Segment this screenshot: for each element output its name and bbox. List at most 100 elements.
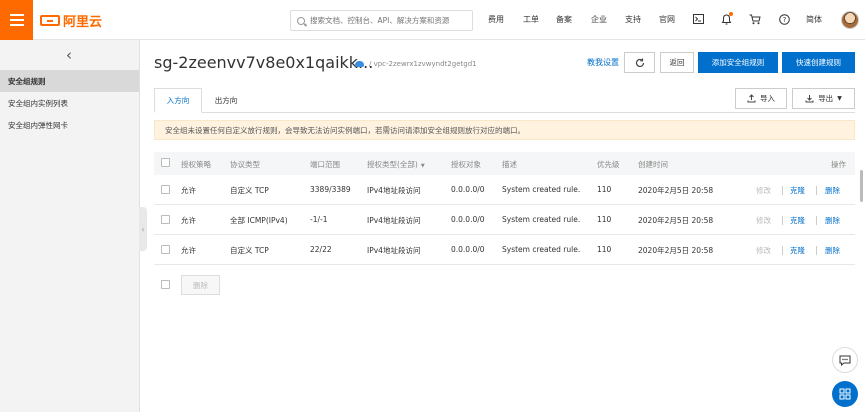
vpc-id[interactable]: / vpc-2zewrx1zvwyndt2getgd1 xyxy=(369,60,477,68)
cell-created: 2020年2月5日 20:58 xyxy=(638,246,714,255)
sidebar-item-instance-list[interactable]: 安全组内实例列表 xyxy=(0,92,139,114)
action-separator xyxy=(782,216,783,225)
cart-icon[interactable] xyxy=(749,13,761,25)
back-button[interactable]: 返回 xyxy=(660,52,694,73)
search-box[interactable] xyxy=(290,10,473,31)
cell-port: 3389/3389 xyxy=(310,185,351,194)
select-all-checkbox[interactable] xyxy=(161,158,170,167)
cloud-icon xyxy=(355,61,364,67)
delete-action[interactable]: 删除 xyxy=(825,215,840,226)
aliyun-logo[interactable]: 阿里云 xyxy=(40,10,102,30)
nav-fees[interactable]: 费用 xyxy=(488,14,504,25)
edit-action[interactable]: 修改 xyxy=(756,245,771,256)
export-button[interactable]: 导出 ▼ xyxy=(792,88,855,109)
cell-object: 0.0.0.0/0 xyxy=(451,215,485,224)
col-desc: 描述 xyxy=(502,160,517,169)
quick-create-button[interactable]: 快速创建规则 xyxy=(782,52,855,73)
cell-protocol: 全部 ICMP(IPv4) xyxy=(230,216,288,225)
clone-action[interactable]: 克隆 xyxy=(790,245,805,256)
sidebar-item-eni[interactable]: 安全组内弹性网卡 xyxy=(0,114,139,136)
col-actions: 操作 xyxy=(831,160,846,169)
delete-action[interactable]: 删除 xyxy=(825,245,840,256)
clone-action[interactable]: 克隆 xyxy=(790,215,805,226)
sidebar-item-security-group-rules[interactable]: 安全组规则 xyxy=(0,70,139,92)
filter-caret-icon: ▼ xyxy=(420,163,425,169)
search-icon xyxy=(297,16,305,25)
row-checkbox[interactable] xyxy=(161,245,170,254)
page-scrollbar[interactable] xyxy=(860,170,863,202)
cell-desc: System created rule. xyxy=(502,185,581,194)
export-label: 导出 xyxy=(818,94,834,103)
tab-inbound[interactable]: 入方向 xyxy=(154,88,202,113)
col-priority: 优先级 xyxy=(597,160,620,169)
cell-policy: 允许 xyxy=(181,246,196,255)
table-header: 授权策略 协议类型 端口范围 授权类型(全部) ▼ 授权对象 描述 优先级 创建时… xyxy=(154,152,855,175)
col-object: 授权对象 xyxy=(451,160,481,169)
download-icon xyxy=(805,95,814,103)
cell-desc: System created rule. xyxy=(502,215,581,224)
col-auth-type[interactable]: 授权类型(全部) ▼ xyxy=(367,159,425,170)
cell-auth-type: IPv4地址段访问 xyxy=(367,186,421,195)
cell-protocol: 自定义 TCP xyxy=(230,246,269,255)
nav-tickets[interactable]: 工单 xyxy=(523,14,539,25)
batch-delete-button[interactable]: 删除 xyxy=(181,275,220,295)
clone-action[interactable]: 克隆 xyxy=(790,185,805,196)
action-separator xyxy=(782,246,783,255)
nav-enterprise[interactable]: 企业 xyxy=(591,14,607,25)
cell-priority: 110 xyxy=(597,215,612,224)
table-row: 允许 全部 ICMP(IPv4) -1/-1 IPv4地址段访问 0.0.0.0… xyxy=(154,205,855,235)
search-input[interactable] xyxy=(310,16,470,25)
row-checkbox[interactable] xyxy=(161,215,170,224)
refresh-button[interactable] xyxy=(624,52,655,73)
notification-bell-icon[interactable] xyxy=(720,12,733,25)
tab-outbound[interactable]: 出方向 xyxy=(202,88,250,113)
cell-object: 0.0.0.0/0 xyxy=(451,245,485,254)
apps-grid-icon xyxy=(839,388,851,400)
cell-auth-type: IPv4地址段访问 xyxy=(367,246,421,255)
page-title: sg-2zeenvv7v8e0x1qaikk... xyxy=(154,53,374,72)
action-separator xyxy=(816,246,817,255)
nav-support[interactable]: 支持 xyxy=(625,14,641,25)
aliyun-logo-mark xyxy=(40,14,60,26)
menu-icon[interactable] xyxy=(0,0,33,40)
row-checkbox[interactable] xyxy=(161,185,170,194)
top-navigation-bar: 阿里云 费用 工单 备案 企业 支持 官网 ? 简体 xyxy=(0,0,865,40)
col-protocol: 协议类型 xyxy=(230,160,260,169)
tutorial-link[interactable]: 教我设置 xyxy=(587,57,619,68)
language-switch[interactable]: 简体 xyxy=(806,14,822,25)
import-label: 导入 xyxy=(760,94,775,103)
back-chevron-icon[interactable]: ‹ xyxy=(66,46,72,64)
help-icon[interactable]: ? xyxy=(778,13,790,25)
tabs-divider xyxy=(154,112,855,113)
import-button[interactable]: 导入 xyxy=(735,88,787,109)
cell-created: 2020年2月5日 20:58 xyxy=(638,216,714,225)
table-row: 允许 自定义 TCP 22/22 IPv4地址段访问 0.0.0.0/0 Sys… xyxy=(154,235,855,265)
edit-action[interactable]: 修改 xyxy=(756,185,771,196)
col-policy: 授权策略 xyxy=(181,160,211,169)
cell-priority: 110 xyxy=(597,185,612,194)
sidebar-collapse-handle[interactable]: ‹ xyxy=(139,207,147,251)
terminal-icon[interactable] xyxy=(692,13,704,25)
add-rule-button[interactable]: 添加安全组规则 xyxy=(698,52,778,73)
nav-filing[interactable]: 备案 xyxy=(556,14,572,25)
brand-name: 阿里云 xyxy=(63,14,103,30)
action-separator xyxy=(782,186,783,195)
table-row: 允许 自定义 TCP 3389/3389 IPv4地址段访问 0.0.0.0/0… xyxy=(154,175,855,205)
warning-notice: 安全组未设置任何自定义放行规则，会导致无法访问实例端口，若需访问请添加安全组规则… xyxy=(154,120,855,140)
chat-icon xyxy=(839,355,851,366)
cell-protocol: 自定义 TCP xyxy=(230,186,269,195)
cell-policy: 允许 xyxy=(181,216,196,225)
action-separator xyxy=(816,186,817,195)
cell-policy: 允许 xyxy=(181,186,196,195)
delete-action[interactable]: 删除 xyxy=(825,185,840,196)
footer-select-all-checkbox[interactable] xyxy=(161,280,170,289)
cell-priority: 110 xyxy=(597,245,612,254)
cell-created: 2020年2月5日 20:58 xyxy=(638,186,714,195)
cell-object: 0.0.0.0/0 xyxy=(451,185,485,194)
nav-official-site[interactable]: 官网 xyxy=(659,14,675,25)
user-avatar[interactable] xyxy=(841,11,859,29)
chat-button[interactable] xyxy=(832,347,858,373)
upload-icon xyxy=(747,94,756,103)
apps-button[interactable] xyxy=(832,381,858,407)
edit-action[interactable]: 修改 xyxy=(756,215,771,226)
